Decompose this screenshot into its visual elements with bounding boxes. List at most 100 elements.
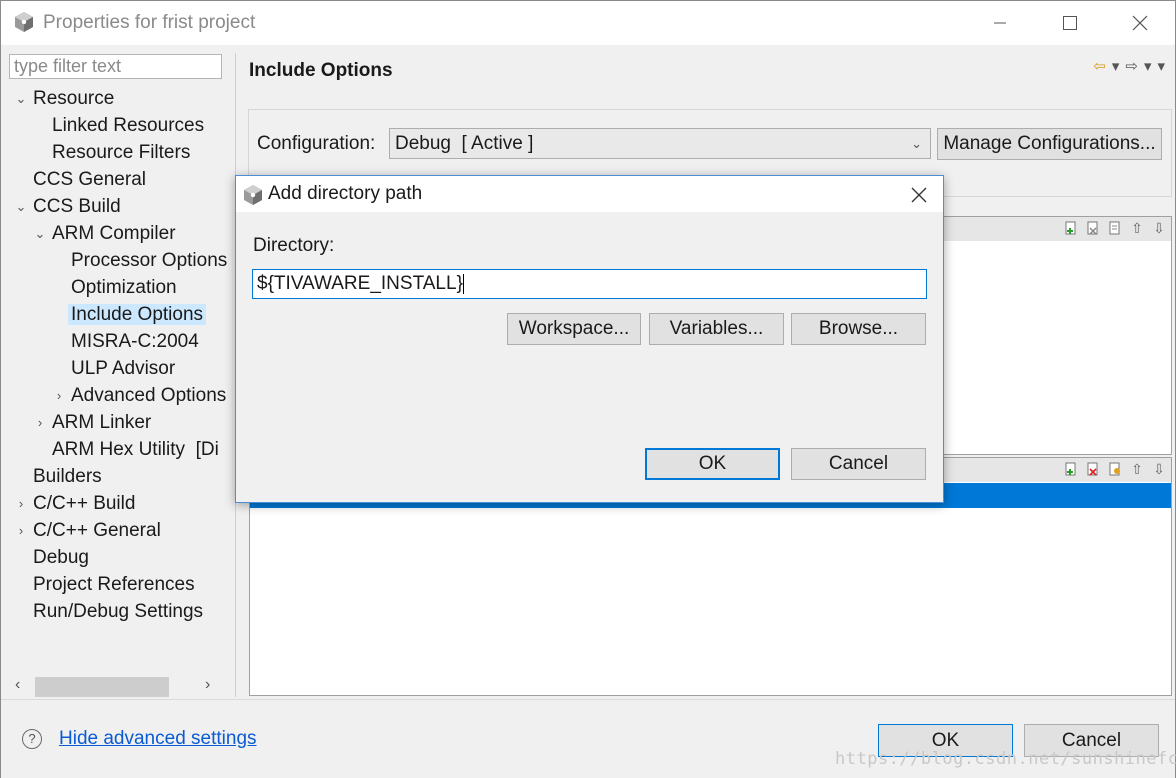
tree-item-label: Debug [33, 547, 89, 568]
tree-item-linked-resources[interactable]: Linked Resources [52, 113, 204, 139]
tree-item-label: Run/Debug Settings [33, 601, 204, 622]
chevron-right-icon[interactable]: › [15, 491, 27, 517]
app-cube-icon [13, 11, 35, 39]
directory-input[interactable]: ${TIVAWARE_INSTALL} [252, 269, 927, 299]
dialog-cancel-button[interactable]: Cancel [791, 448, 926, 480]
window-title: Properties for frist project [43, 12, 256, 33]
chevron-down-icon[interactable]: ⌄ [15, 194, 27, 220]
title-bar: Properties for frist project [1, 1, 1175, 45]
view-menu-icon[interactable]: ▾ [1157, 57, 1165, 75]
tree-item-run-debug-settings[interactable]: Run/Debug Settings [33, 599, 203, 625]
tree-item-label: C/C++ General [33, 520, 161, 541]
tree-item-misra[interactable]: MISRA-C:2004 [71, 329, 199, 355]
chevron-down-icon[interactable]: ⌄ [15, 86, 27, 112]
back-dropdown-icon[interactable]: ▾ [1112, 57, 1120, 75]
tree-item-include-options[interactable]: Include Options [68, 302, 207, 328]
manage-configurations-button[interactable]: Manage Configurations... [937, 128, 1162, 160]
move-up-icon[interactable]: ⇧ [1129, 220, 1145, 236]
configuration-label: Configuration: [257, 133, 376, 154]
delete-icon[interactable] [1085, 220, 1101, 236]
tree-item-arm-hex-utility[interactable]: ARM Hex Utility [Di [52, 437, 219, 463]
properties-window: Properties for frist project type filter… [0, 0, 1176, 778]
forward-arrow-icon[interactable]: ⇨ [1125, 57, 1138, 75]
tree-item-label: Include Options [68, 304, 207, 325]
workspace-button[interactable]: Workspace... [507, 313, 641, 345]
tree-item-ccs-build[interactable]: ⌄ CCS Build [15, 194, 121, 220]
chevron-down-icon[interactable]: ⌄ [34, 221, 46, 247]
edit-icon[interactable] [1107, 461, 1123, 477]
tree-item-processor-options[interactable]: Processor Options [71, 248, 227, 274]
tree-item-resource[interactable]: ⌄ Resource [15, 86, 115, 112]
watermark: https://blog.csdn.net/sunshinefcx [835, 749, 1176, 769]
directory-value: ${TIVAWARE_INSTALL} [257, 273, 463, 294]
tree-item-label: CCS Build [33, 196, 121, 217]
tree-item-ulp-advisor[interactable]: ULP Advisor [71, 356, 175, 382]
filter-input[interactable]: type filter text [9, 54, 222, 79]
history-nav: ⇦ ▾ ⇨ ▾ ▾ [1093, 57, 1165, 75]
tree-item-label: ARM Linker [52, 412, 152, 433]
tree-item-debug[interactable]: Debug [33, 545, 89, 571]
tree-horizontal-scrollbar[interactable]: ‹ › [9, 675, 233, 699]
chevron-down-icon: ⌄ [911, 136, 922, 151]
edit-icon[interactable] [1107, 220, 1123, 236]
tree-item-cpp-build[interactable]: › C/C++ Build [15, 491, 136, 517]
tree-item-arm-linker[interactable]: › ARM Linker [34, 410, 151, 436]
text-caret [462, 273, 464, 294]
tree-item-optimization[interactable]: Optimization [71, 275, 177, 301]
dialog-title-bar: Add directory path [236, 176, 943, 212]
page-title: Include Options [249, 60, 393, 81]
back-arrow-icon[interactable]: ⇦ [1093, 57, 1106, 75]
page-header: Include Options ⇦ ▾ ⇨ ▾ ▾ [237, 47, 1173, 95]
delete-icon[interactable] [1085, 461, 1101, 477]
variables-button[interactable]: Variables... [649, 313, 784, 345]
tree-item-label: Processor Options [71, 250, 228, 271]
tree-item-builders[interactable]: Builders [33, 464, 102, 490]
app-cube-icon [242, 184, 264, 212]
chevron-right-icon[interactable]: › [15, 518, 27, 544]
chevron-right-icon[interactable]: › [34, 410, 46, 436]
configuration-value: Debug [ Active ] [395, 133, 534, 154]
tree-item-label: Advanced Options [71, 385, 227, 406]
move-up-icon[interactable]: ⇧ [1129, 461, 1145, 477]
tree-item-label: ULP Advisor [71, 358, 176, 379]
tree-item-label: Resource Filters [52, 142, 191, 163]
tree-item-label: Resource [33, 88, 115, 109]
tree-item-project-references[interactable]: Project References [33, 572, 195, 598]
tree-item-cpp-general[interactable]: › C/C++ General [15, 518, 161, 544]
tree-item-label: Optimization [71, 277, 177, 298]
tree-item-label: C/C++ Build [33, 493, 136, 514]
tree-item-label: Linked Resources [52, 115, 205, 136]
directory-label: Directory: [253, 235, 335, 256]
tree-item-label: Builders [33, 466, 102, 487]
scroll-right-arrow-icon[interactable]: › [205, 676, 210, 694]
forward-dropdown-icon[interactable]: ▾ [1144, 57, 1152, 75]
tree-item-label: ARM Compiler [52, 223, 176, 244]
close-window-button[interactable] [1117, 1, 1163, 45]
tree-item-label: MISRA-C:2004 [71, 331, 199, 352]
add-icon[interactable] [1063, 461, 1079, 477]
tree-item-resource-filters[interactable]: Resource Filters [52, 140, 190, 166]
tree-item-label: CCS General [33, 169, 146, 190]
chevron-right-icon[interactable]: › [53, 383, 65, 409]
maximize-button[interactable] [1047, 1, 1093, 45]
configuration-select[interactable]: Debug [ Active ] ⌄ [389, 128, 931, 159]
scrollbar-thumb[interactable] [35, 677, 169, 697]
hide-advanced-settings-link[interactable]: Hide advanced settings [59, 728, 257, 750]
help-icon[interactable]: ? [22, 729, 42, 749]
scroll-left-arrow-icon[interactable]: ‹ [15, 676, 20, 694]
add-directory-dialog: Add directory path Directory: ${TIVAWARE… [235, 175, 944, 503]
dialog-title: Add directory path [268, 183, 423, 204]
property-tree: ⌄ Resource Linked Resources Resource Fil… [1, 85, 233, 665]
tree-item-ccs-general[interactable]: CCS General [33, 167, 146, 193]
move-down-icon[interactable]: ⇩ [1151, 461, 1167, 477]
minimize-button[interactable] [977, 1, 1023, 45]
browse-button[interactable]: Browse... [791, 313, 926, 345]
move-down-icon[interactable]: ⇩ [1151, 220, 1167, 236]
tree-item-advanced-options[interactable]: › Advanced Options [53, 383, 226, 409]
tree-item-arm-compiler[interactable]: ⌄ ARM Compiler [34, 221, 176, 247]
dialog-ok-button[interactable]: OK [645, 448, 780, 480]
tree-item-label: Project References [33, 574, 195, 595]
tree-item-label: ARM Hex Utility [Di [52, 439, 219, 460]
add-icon[interactable] [1063, 220, 1079, 236]
close-icon[interactable] [905, 180, 933, 208]
